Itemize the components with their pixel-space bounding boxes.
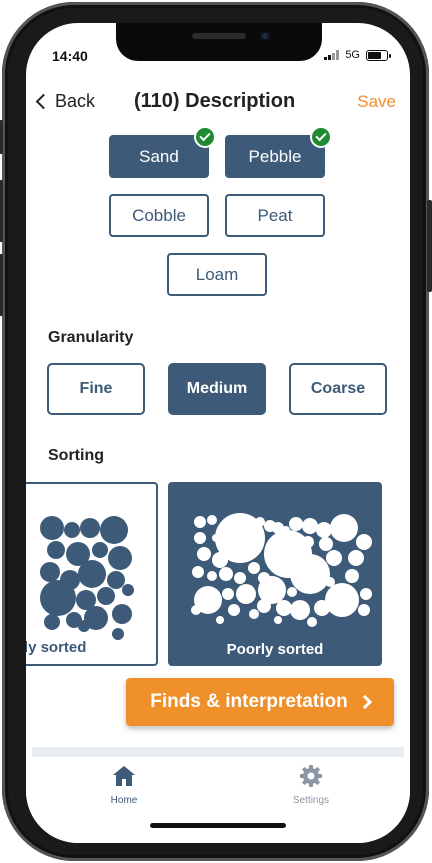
sorting-card-poorly-sorted[interactable]: Poorly sorted xyxy=(168,482,382,666)
material-chip-label: Sand xyxy=(139,146,179,166)
gear-icon xyxy=(300,765,322,787)
granularity-fine[interactable]: Fine xyxy=(47,363,145,415)
tab-settings[interactable]: Settings xyxy=(266,763,356,806)
status-indicators: 5G xyxy=(324,49,391,61)
material-chip-pebble[interactable]: Pebble xyxy=(225,126,332,178)
home-indicator xyxy=(150,823,286,828)
poorly-sorted-illustration xyxy=(191,513,372,627)
app-screen: 14:40 5G Back (110) Description Save San… xyxy=(26,23,410,843)
finds-interpretation-button[interactable]: Finds & interpretation xyxy=(126,678,394,726)
battery-icon xyxy=(366,49,391,61)
material-chip-label: Loam xyxy=(195,264,239,284)
status-time: 14:40 xyxy=(52,48,88,64)
speaker-grille xyxy=(192,33,246,39)
tabbar-divider xyxy=(32,747,404,757)
material-chip-label: Cobble xyxy=(132,205,186,225)
checkmark-icon xyxy=(194,126,216,148)
save-button[interactable]: Save xyxy=(357,92,396,112)
page-title: (110) Description xyxy=(134,90,296,112)
finds-interpretation-label: Finds & interpretation xyxy=(150,691,348,712)
granularity-coarse[interactable]: Coarse xyxy=(289,363,387,415)
tab-home[interactable]: Home xyxy=(79,763,169,806)
material-chip-loam[interactable]: Loam xyxy=(167,253,267,296)
material-chip-cobble[interactable]: Cobble xyxy=(109,194,209,237)
tab-bar: Home Settings xyxy=(26,757,410,843)
granularity-label: Granularity xyxy=(48,329,134,346)
back-label: Back xyxy=(55,91,96,111)
volume-down-button xyxy=(0,254,3,316)
granularity-medium[interactable]: Medium xyxy=(168,363,266,415)
mute-switch xyxy=(0,120,3,154)
material-chip-label: Peat xyxy=(257,205,293,225)
home-icon xyxy=(113,766,135,786)
material-chip-label: Pebble xyxy=(248,146,302,166)
network-label: 5G xyxy=(345,49,360,61)
checkmark-icon xyxy=(310,126,332,148)
tab-settings-label: Settings xyxy=(292,795,330,806)
phone-frame: 14:40 5G Back (110) Description Save San… xyxy=(0,2,432,861)
chevron-right-icon xyxy=(357,694,372,710)
front-camera xyxy=(260,31,270,41)
sorting-card-label: ely sorted xyxy=(26,639,87,656)
nav-bar: Back (110) Description Save xyxy=(26,87,410,127)
volume-up-button xyxy=(0,180,3,242)
sorting-card-label: Poorly sorted xyxy=(226,641,324,658)
material-chip-sand[interactable]: Sand xyxy=(109,126,216,178)
notch xyxy=(116,23,322,61)
tab-home-label: Home xyxy=(110,795,138,806)
power-button xyxy=(427,200,432,292)
sorting-label: Sorting xyxy=(48,447,104,464)
material-chip-peat[interactable]: Peat xyxy=(225,194,325,237)
back-button[interactable]: Back xyxy=(35,91,96,112)
sorting-card-well-sorted[interactable]: ely sorted xyxy=(26,482,158,666)
signal-icon xyxy=(324,50,340,60)
chevron-left-icon xyxy=(35,93,52,110)
